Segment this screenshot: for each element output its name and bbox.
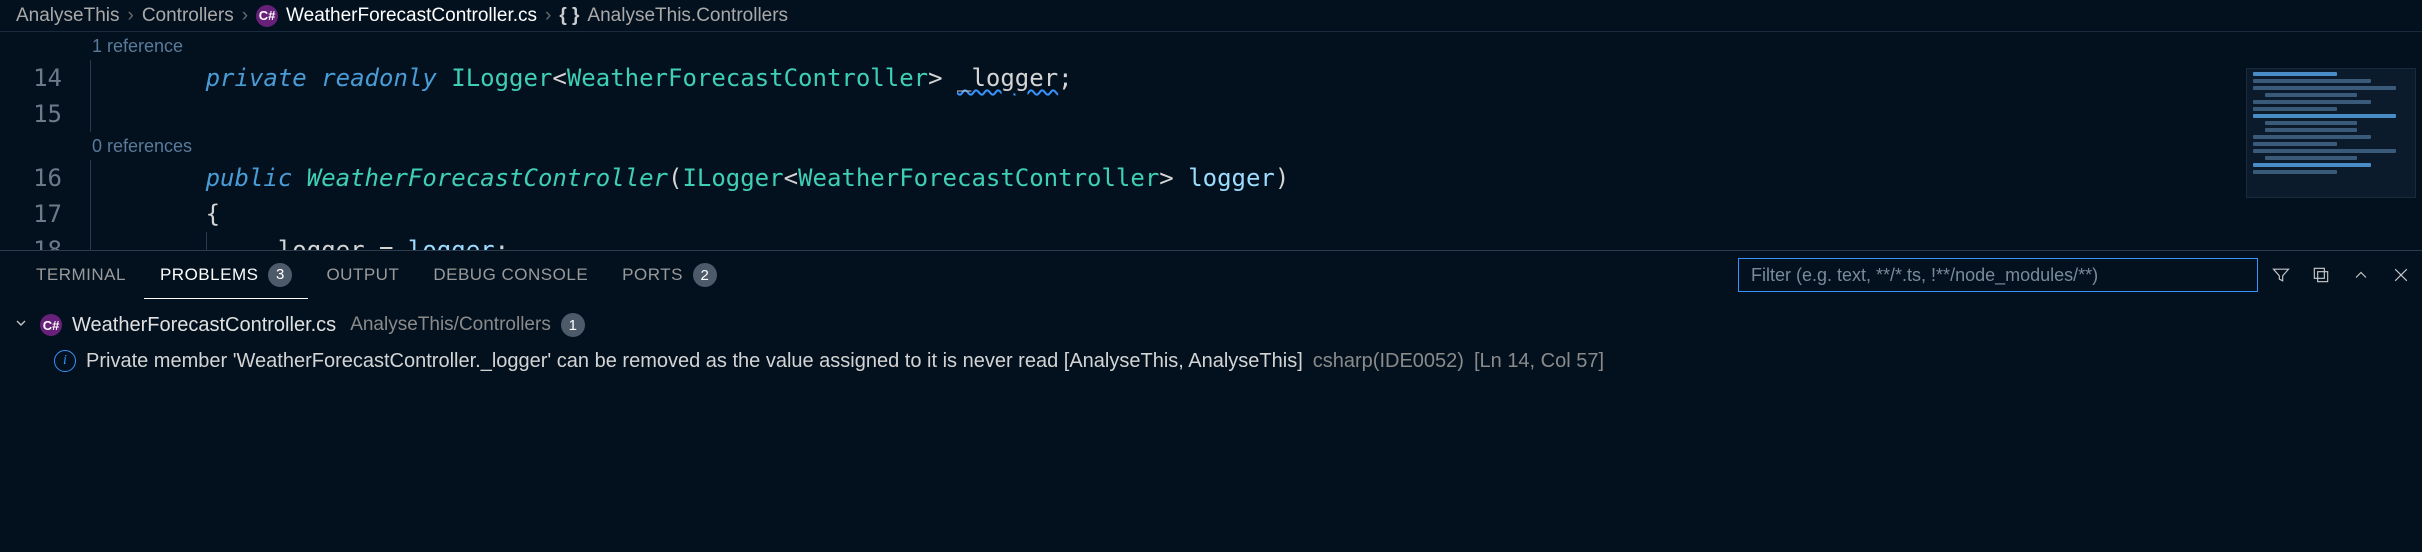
line-number-gutter: 14 15 16 17 18 19 20 (0, 32, 90, 250)
ports-count-badge: 2 (693, 263, 717, 287)
chevron-up-icon[interactable] (2350, 264, 2372, 286)
code-line[interactable]: private readonly ILogger<WeatherForecast… (90, 60, 2422, 96)
breadcrumb-item[interactable]: WeatherForecastController.cs (286, 5, 537, 27)
line-number: 17 (0, 196, 62, 232)
code-line[interactable] (90, 96, 2422, 132)
line-number: 16 (0, 160, 62, 196)
problem-message: Private member 'WeatherForecastControlle… (86, 350, 1303, 373)
close-icon[interactable] (2390, 264, 2412, 286)
code-line[interactable]: _logger = logger; (90, 232, 2422, 250)
tab-label: PORTS (622, 265, 683, 285)
code-editor[interactable]: 14 15 16 17 18 19 20 1 reference private… (0, 32, 2422, 250)
codelens-reference[interactable]: 1 reference (90, 32, 2422, 60)
problems-file-row[interactable]: C# WeatherForecastController.cs AnalyseT… (12, 307, 2410, 343)
csharp-file-icon: C# (256, 5, 278, 27)
breadcrumb-item[interactable]: AnalyseThis.Controllers (587, 5, 788, 27)
csharp-file-icon: C# (40, 314, 62, 336)
code-content[interactable]: 1 reference private readonly ILogger<Wea… (90, 32, 2422, 250)
chevron-right-icon: › (242, 5, 248, 27)
tab-terminal[interactable]: TERMINAL (20, 251, 142, 299)
problem-source: csharp(IDE0052) (1313, 350, 1464, 373)
breadcrumb-item[interactable]: Controllers (142, 5, 234, 27)
problem-file-path: AnalyseThis/Controllers (350, 314, 551, 336)
line-number: 15 (0, 96, 62, 132)
info-icon: i (54, 350, 76, 372)
line-number: 14 (0, 60, 62, 96)
chevron-right-icon: › (545, 5, 551, 27)
problems-list: C# WeatherForecastController.cs AnalyseT… (0, 299, 2422, 387)
tab-ports[interactable]: PORTS 2 (606, 251, 733, 299)
chevron-down-icon[interactable] (12, 314, 30, 337)
file-problem-count-badge: 1 (561, 313, 585, 337)
line-number: 18 (0, 232, 62, 250)
problem-file-name: WeatherForecastController.cs (72, 314, 336, 337)
breadcrumb-item[interactable]: AnalyseThis (16, 5, 120, 27)
problem-position: [Ln 14, Col 57] (1474, 350, 1604, 373)
code-line[interactable]: public WeatherForecastController(ILogger… (90, 160, 2422, 196)
minimap[interactable] (2246, 68, 2416, 198)
bottom-panel: TERMINAL PROBLEMS 3 OUTPUT DEBUG CONSOLE… (0, 250, 2422, 552)
panel-tabs: TERMINAL PROBLEMS 3 OUTPUT DEBUG CONSOLE… (0, 251, 2422, 299)
code-line[interactable]: { (90, 196, 2422, 232)
breadcrumb: AnalyseThis › Controllers › C# WeatherFo… (0, 0, 2422, 32)
tab-problems[interactable]: PROBLEMS 3 (144, 251, 308, 299)
tab-label: PROBLEMS (160, 265, 258, 285)
namespace-icon: { } (559, 5, 579, 27)
problem-item[interactable]: i Private member 'WeatherForecastControl… (12, 343, 2410, 379)
tab-debug-console[interactable]: DEBUG CONSOLE (417, 251, 604, 299)
problems-filter-input[interactable] (1738, 258, 2258, 292)
collapse-all-icon[interactable] (2310, 264, 2332, 286)
filter-icon[interactable] (2270, 264, 2292, 286)
chevron-right-icon: › (128, 5, 134, 27)
problems-count-badge: 3 (268, 263, 292, 287)
tab-output[interactable]: OUTPUT (310, 251, 415, 299)
codelens-reference[interactable]: 0 references (90, 132, 2422, 160)
